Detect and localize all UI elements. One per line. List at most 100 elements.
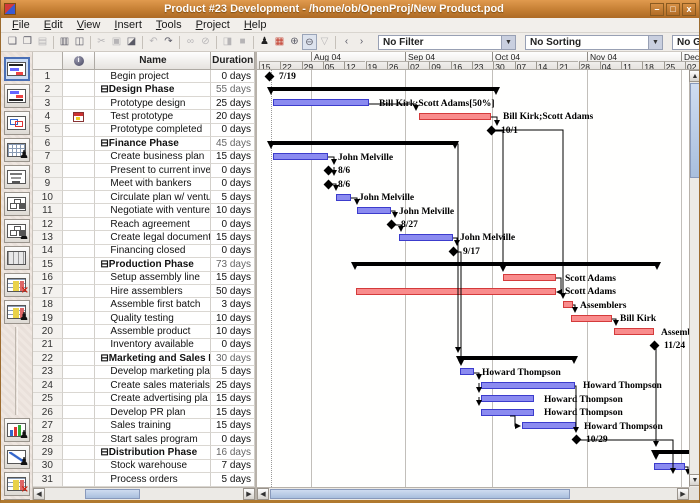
task-bar[interactable] [614, 328, 654, 336]
milestone-diamond[interactable] [486, 125, 496, 136]
table-row[interactable]: 25 Create advertising pla 15 days [33, 392, 255, 406]
task-name-cell[interactable]: Reach agreement [95, 217, 212, 232]
task-name-cell[interactable]: Circulate plan w/ ventu [95, 190, 212, 205]
row-info-cell[interactable] [62, 285, 96, 299]
table-row[interactable]: 4 Test prototype 20 days [33, 110, 255, 124]
task-duration-cell[interactable]: 15 days [211, 150, 255, 165]
table-row[interactable]: 8 Present to current inve 0 days [33, 164, 255, 178]
row-number-cell[interactable]: 8 [33, 164, 63, 178]
sidebar-wbs-view[interactable] [3, 192, 30, 216]
row-info-cell[interactable] [62, 271, 96, 285]
task-bar[interactable] [563, 301, 573, 309]
task-name-cell[interactable]: ⊟Production Phase [95, 258, 212, 272]
task-name-cell[interactable]: Create business plan [95, 150, 212, 165]
row-info-cell[interactable] [62, 83, 96, 97]
row-info-cell[interactable] [62, 459, 96, 474]
new-button[interactable]: ❑ [5, 34, 20, 50]
row-info-cell[interactable] [62, 325, 96, 339]
print-button[interactable]: ▥ [57, 34, 72, 50]
task-bar[interactable] [419, 112, 491, 120]
sorting-combo[interactable]: No Sorting ▼ [525, 34, 663, 50]
task-bar[interactable] [571, 314, 612, 322]
task-name-cell[interactable]: Assemble first batch [95, 298, 212, 312]
row-number-cell[interactable]: 16 [33, 271, 63, 285]
row-info-cell[interactable] [62, 365, 96, 380]
table-row[interactable]: 24 Create sales materials 25 days [33, 379, 255, 393]
gantt-scroll-left-icon[interactable]: ◀ [257, 488, 269, 500]
task-bar[interactable] [357, 207, 391, 214]
task-duration-cell[interactable]: 15 days [211, 392, 255, 406]
zoom-in-button[interactable]: ⊕ [287, 34, 302, 50]
table-row[interactable]: 28 Start sales program 0 days [33, 432, 255, 447]
table-row[interactable]: 20 Assemble product 10 days [33, 325, 255, 339]
assign-resources-button[interactable]: ♟ [257, 34, 272, 50]
sidebar-resource-usage-detail-view[interactable]: ♟ [3, 499, 30, 500]
header-duration-column[interactable]: Duration [211, 52, 255, 70]
title-bar[interactable]: Product #23 Development - /home/ob/OpenP… [1, 0, 699, 18]
milestone-diamond[interactable] [448, 246, 458, 257]
row-info-cell[interactable] [62, 298, 96, 312]
row-info-cell[interactable] [62, 70, 96, 84]
milestone-diamond[interactable] [649, 340, 659, 351]
task-name-cell[interactable]: ⊟Distribution Phase [95, 446, 212, 460]
row-info-cell[interactable] [62, 123, 96, 138]
sidebar-rbs-view[interactable]: ♟ [3, 219, 30, 243]
task-name-cell[interactable]: Begin project [95, 70, 212, 84]
header-info-column[interactable]: i [62, 52, 96, 70]
gantt-vscroll-thumb[interactable] [690, 83, 699, 178]
task-name-cell[interactable]: Process orders [95, 473, 212, 487]
task-bar[interactable] [481, 408, 534, 416]
row-number-cell[interactable]: 6 [33, 137, 63, 151]
task-duration-cell[interactable]: 0 days [211, 123, 255, 138]
row-info-cell[interactable] [62, 96, 96, 111]
task-duration-cell[interactable]: 25 days [211, 379, 255, 393]
table-horizontal-scrollbar[interactable]: ◀ ▶ [33, 487, 255, 500]
task-duration-cell[interactable]: 10 days [211, 204, 255, 218]
row-number-cell[interactable]: 13 [33, 231, 63, 245]
gantt-scroll-right-icon[interactable]: ▶ [677, 488, 689, 500]
task-name-cell[interactable]: Start sales program [95, 432, 212, 447]
task-duration-cell[interactable]: 16 days [211, 446, 255, 460]
row-info-cell[interactable] [62, 204, 96, 218]
sidebar-resources-view[interactable]: ♟ [3, 138, 30, 162]
table-row[interactable]: 29 ⊟Distribution Phase 16 days [33, 446, 255, 460]
sidebar-projects-view[interactable] [3, 165, 30, 189]
row-number-cell[interactable]: 1 [33, 70, 63, 84]
row-info-cell[interactable] [62, 164, 96, 178]
gantt-vertical-scrollbar[interactable]: ▲ ▼ [689, 70, 699, 487]
table-row[interactable]: 21 Inventory available 0 days [33, 338, 255, 353]
row-number-cell[interactable]: 28 [33, 432, 63, 447]
task-duration-cell[interactable]: 5 days [211, 473, 255, 487]
gantt-scroll-thumb[interactable] [270, 489, 570, 499]
paste-button[interactable]: ◪ [124, 34, 139, 50]
task-duration-cell[interactable]: 55 days [211, 83, 255, 97]
menu-insert[interactable]: Insert [107, 19, 149, 31]
grouping-combo[interactable]: No Grou▼ [672, 34, 699, 50]
row-number-cell[interactable]: 24 [33, 379, 63, 393]
row-number-cell[interactable]: 10 [33, 190, 63, 205]
milestone-diamond[interactable] [323, 179, 333, 190]
table-row[interactable]: 18 Assemble first batch 3 days [33, 298, 255, 312]
table-row[interactable]: 12 Reach agreement 0 days [33, 217, 255, 232]
milestone-diamond[interactable] [264, 71, 274, 82]
task-name-cell[interactable]: Assemble product [95, 325, 212, 339]
milestone-diamond[interactable] [386, 219, 396, 230]
scroll-up-icon[interactable]: ▲ [689, 70, 699, 82]
task-bar[interactable] [503, 274, 556, 282]
task-duration-cell[interactable]: 0 days [211, 164, 255, 178]
next-button[interactable]: › [354, 34, 369, 50]
row-number-cell[interactable]: 15 [33, 258, 63, 272]
row-number-cell[interactable]: 18 [33, 298, 63, 312]
task-duration-cell[interactable]: 15 days [211, 405, 255, 420]
row-info-cell[interactable] [62, 231, 96, 245]
scroll-right-icon[interactable]: ▶ [243, 488, 255, 500]
task-duration-cell[interactable]: 50 days [211, 285, 255, 299]
table-row[interactable]: 2 ⊟Design Phase 55 days [33, 83, 255, 97]
table-row[interactable]: 27 Sales training 15 days [33, 419, 255, 433]
row-info-cell[interactable] [62, 392, 96, 406]
maximize-button[interactable]: □ [666, 2, 680, 16]
gantt-chart-area[interactable]: 7/19 Bill Kirk;Scott Adams[50%] Bill Kirk;… [257, 70, 689, 487]
task-name-cell[interactable]: ⊟Marketing and Sales P [95, 352, 212, 366]
row-number-cell[interactable]: 11 [33, 204, 63, 218]
row-number-cell[interactable]: 27 [33, 419, 63, 433]
